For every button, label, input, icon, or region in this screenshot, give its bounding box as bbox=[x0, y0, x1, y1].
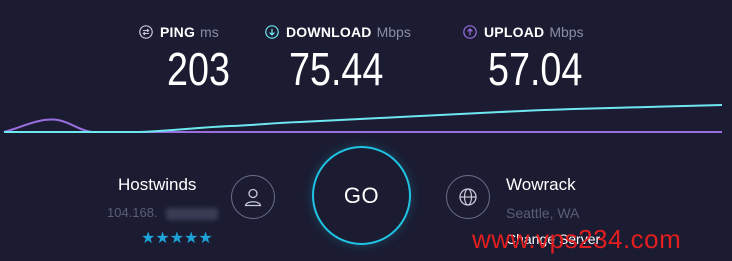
go-button[interactable]: GO bbox=[312, 146, 411, 245]
ping-label: PING bbox=[160, 24, 196, 40]
download-graph-line bbox=[4, 104, 723, 133]
download-unit: Mbps bbox=[376, 24, 411, 40]
download-value: 75.44 bbox=[289, 43, 384, 95]
server-location: Seattle, WA bbox=[506, 205, 580, 221]
server-name: Wowrack bbox=[506, 175, 576, 194]
upload-label: UPLOAD bbox=[484, 24, 545, 40]
ping-metric: PING ms 203 bbox=[139, 22, 230, 92]
ping-value: 203 bbox=[167, 43, 230, 95]
go-button-label: GO bbox=[343, 182, 380, 208]
ping-header: PING ms bbox=[139, 22, 219, 42]
upload-value: 57.04 bbox=[488, 43, 583, 95]
isp-name: Hostwinds bbox=[118, 175, 197, 194]
ping-unit: ms bbox=[200, 24, 219, 40]
upload-header: UPLOAD Mbps bbox=[463, 22, 584, 42]
download-header: DOWNLOAD Mbps bbox=[265, 22, 411, 42]
download-arrow-icon bbox=[265, 25, 279, 39]
download-label: DOWNLOAD bbox=[286, 24, 372, 40]
upload-metric: UPLOAD Mbps 57.04 bbox=[463, 22, 584, 92]
upload-graph-line bbox=[3, 118, 722, 133]
watermark: www.vps234.com bbox=[472, 224, 682, 254]
ping-icon bbox=[139, 25, 153, 39]
user-icon bbox=[231, 175, 275, 219]
speed-graph bbox=[3, 104, 723, 133]
ip-redaction bbox=[166, 208, 218, 220]
globe-icon bbox=[446, 175, 490, 219]
isp-rating[interactable]: ★★★★★ bbox=[141, 228, 213, 248]
download-metric: DOWNLOAD Mbps 75.44 bbox=[265, 22, 411, 92]
isp-ip: 104.168. bbox=[107, 205, 158, 220]
upload-arrow-icon bbox=[463, 25, 477, 39]
upload-unit: Mbps bbox=[549, 24, 584, 40]
